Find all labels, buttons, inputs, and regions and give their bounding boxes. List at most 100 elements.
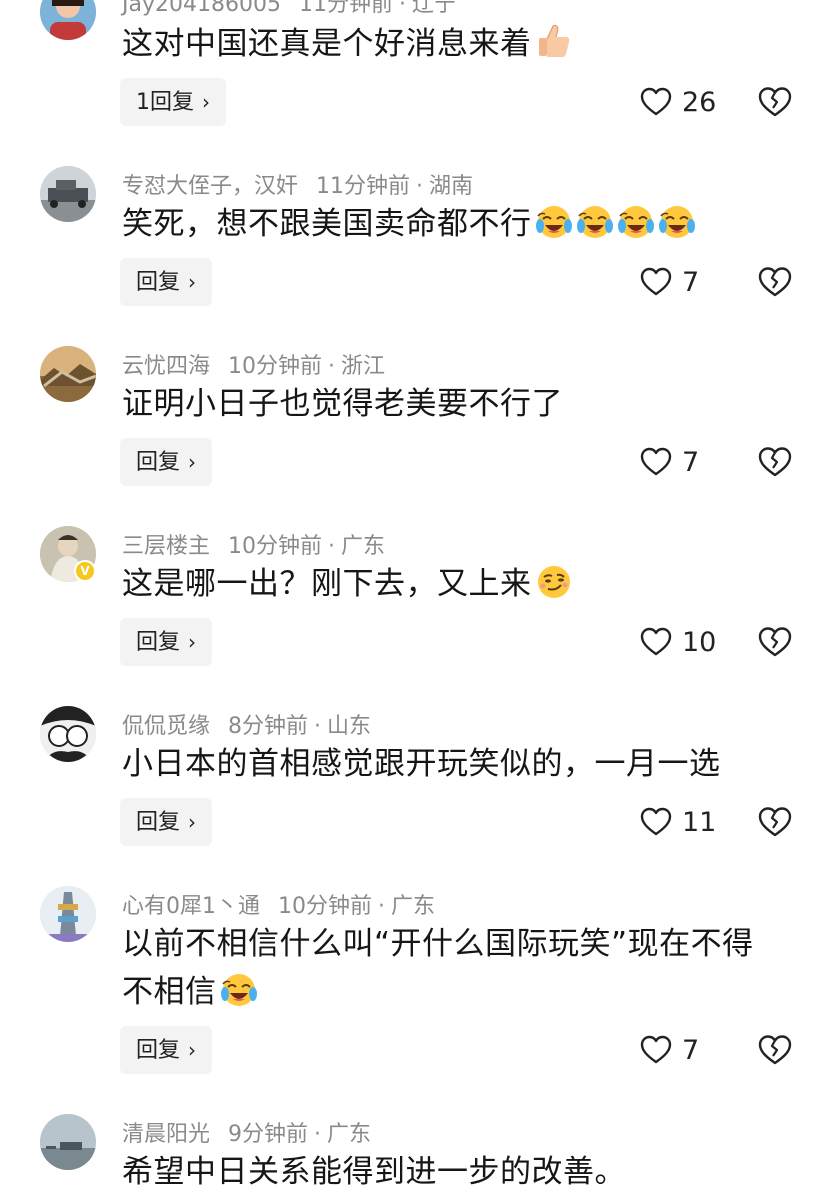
dislike-button[interactable]	[758, 626, 792, 658]
reply-button[interactable]: 1回复 ›	[120, 78, 226, 126]
comment-text: 小日本的首相感觉跟开玩笑似的，一月一选	[122, 740, 792, 788]
laughing-crying-icon	[616, 202, 655, 240]
separator: ·	[378, 894, 385, 919]
comment-text-body: 这对中国还真是个好消息来着	[122, 26, 532, 62]
location: 浙江	[341, 354, 386, 379]
comment-text-body: 证明小日子也觉得老美要不行了	[122, 386, 563, 422]
chevron-right-icon: ›	[188, 450, 197, 474]
laughing-crying-icon	[657, 202, 696, 240]
comment-text: 证明小日子也觉得老美要不行了	[122, 380, 792, 428]
chevron-right-icon: ›	[188, 630, 197, 654]
separator: ·	[314, 1122, 322, 1147]
reply-button[interactable]: 回复 ›	[120, 1026, 213, 1074]
comment-text: 笑死，想不跟美国卖命都不行	[122, 200, 792, 248]
broken-heart-icon	[758, 807, 792, 837]
avatar[interactable]	[40, 1114, 96, 1170]
broken-heart-icon	[758, 447, 792, 477]
reply-label: 回复	[136, 270, 181, 295]
broken-heart-icon	[758, 87, 792, 117]
timestamp: 8分钟前	[228, 714, 309, 739]
username[interactable]: 心有0犀1丶通	[122, 894, 260, 919]
laughing-crying-icon	[575, 202, 614, 240]
heart-outline-icon	[640, 807, 672, 836]
comment-text: 这对中国还真是个好消息来着	[122, 20, 792, 68]
timestamp: 11分钟前	[298, 0, 393, 17]
comment-text-line: 不相信	[122, 968, 792, 1016]
username[interactable]: 清晨阳光	[122, 1122, 210, 1147]
timestamp: 10分钟前	[278, 894, 372, 919]
reply-label: 回复	[136, 1038, 181, 1063]
like-count: 7	[682, 446, 700, 478]
comment-meta: 三层楼主 10分钟前 · 广东	[122, 528, 385, 560]
reply-label: 回复	[136, 810, 181, 835]
heart-outline-icon	[640, 1035, 672, 1064]
separator: ·	[328, 534, 336, 559]
comment-meta: 专怼大侄子，汉奸 11分钟前 · 湖南	[122, 168, 473, 200]
comment-text: 这是哪一出？刚下去，又上来	[122, 560, 792, 608]
timestamp: 11分钟前	[316, 174, 411, 199]
separator: ·	[314, 714, 322, 739]
heart-outline-icon	[640, 267, 672, 296]
location: 广东	[327, 1122, 372, 1147]
comment-meta: 侃侃觅缘 8分钟前 · 山东	[122, 708, 371, 740]
chevron-right-icon: ›	[188, 1038, 197, 1062]
avatar[interactable]	[40, 0, 96, 40]
avatar[interactable]	[40, 886, 96, 942]
comment-meta: 云忧四海 10分钟前 · 浙江	[122, 348, 385, 380]
reply-label: 回复	[136, 450, 181, 475]
like-button[interactable]: 7	[640, 1026, 699, 1074]
username[interactable]: 专怼大侄子，汉奸	[122, 174, 298, 199]
reply-label: 回复	[136, 630, 181, 655]
like-count: 11	[682, 806, 717, 838]
comment-text-line: 以前不相信什么叫“开什么国际玩笑”现在不得	[122, 926, 754, 962]
dislike-button[interactable]	[758, 266, 792, 298]
comment-meta: 清晨阳光 9分钟前 · 广东	[122, 1116, 371, 1148]
comment-meta: 心有0犀1丶通 10分钟前 · 广东	[122, 888, 435, 920]
username[interactable]: 侃侃觅缘	[122, 714, 210, 739]
like-count: 7	[682, 266, 700, 298]
reply-button[interactable]: 回复 ›	[120, 258, 213, 306]
chevron-right-icon: ›	[202, 90, 210, 114]
comment-text: 希望中日关系能得到进一步的改善。	[122, 1148, 792, 1196]
smirk-icon	[535, 562, 573, 600]
dislike-button[interactable]	[758, 1034, 792, 1066]
username[interactable]: 三层楼主	[122, 534, 210, 559]
verified-badge: V	[74, 560, 96, 582]
comment-text-body: 笑死，想不跟美国卖命都不行	[122, 206, 532, 242]
comment-text-body: 小日本的首相感觉跟开玩笑似的，一月一选	[122, 746, 721, 782]
location: 广东	[391, 894, 436, 919]
dislike-button[interactable]	[758, 446, 792, 478]
location: 辽宁	[411, 0, 456, 17]
dislike-button[interactable]	[758, 806, 792, 838]
like-button[interactable]: 7	[640, 258, 699, 306]
broken-heart-icon	[758, 627, 792, 657]
username[interactable]: Jay204186005	[122, 0, 281, 17]
like-count: 7	[682, 1034, 700, 1066]
reply-button[interactable]: 回复 ›	[120, 618, 213, 666]
like-button[interactable]: 11	[640, 798, 716, 846]
avatar[interactable]	[40, 706, 96, 762]
comment-text: 以前不相信什么叫“开什么国际玩笑”现在不得 不相信	[122, 920, 792, 1016]
dislike-button[interactable]	[758, 86, 792, 118]
comment-text-body: 这是哪一出？刚下去，又上来	[122, 566, 532, 602]
comment-text-body: 希望中日关系能得到进一步的改善。	[122, 1154, 626, 1190]
laughing-crying-icon	[534, 202, 573, 240]
like-button[interactable]: 7	[640, 438, 699, 486]
reply-label: 1回复	[136, 90, 194, 115]
like-count: 10	[682, 626, 717, 658]
username[interactable]: 云忧四海	[122, 354, 210, 379]
reply-button[interactable]: 回复 ›	[120, 798, 213, 846]
avatar[interactable]	[40, 166, 96, 222]
comment-text-body: 不相信	[122, 974, 217, 1010]
like-button[interactable]: 26	[640, 78, 716, 126]
location: 山东	[327, 714, 372, 739]
timestamp: 9分钟前	[228, 1122, 309, 1147]
separator: ·	[398, 0, 406, 17]
separator: ·	[416, 174, 424, 199]
avatar[interactable]	[40, 346, 96, 402]
laughing-crying-icon	[219, 970, 258, 1008]
chevron-right-icon: ›	[188, 270, 197, 294]
broken-heart-icon	[758, 267, 792, 297]
reply-button[interactable]: 回复 ›	[120, 438, 213, 486]
like-button[interactable]: 10	[640, 618, 716, 666]
